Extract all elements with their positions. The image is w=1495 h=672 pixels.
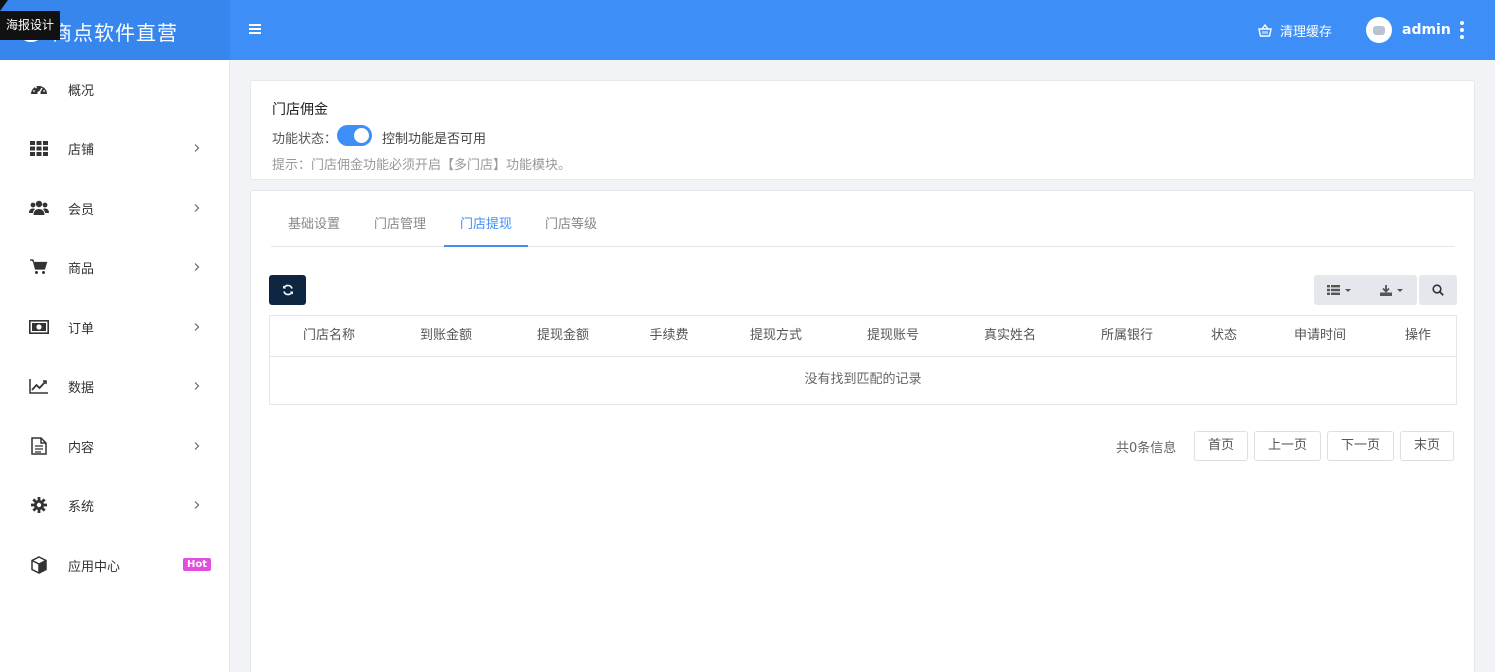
column-header: 状态 [1210, 328, 1238, 343]
column-header: 所属银行 [1100, 328, 1154, 343]
search-icon [1432, 284, 1444, 296]
switch-description: 控制功能是否可用 [382, 132, 487, 147]
brand-name: 商点软件直营 [52, 21, 178, 45]
sidebar-item-store[interactable]: 店铺 [0, 123, 230, 173]
chevron-right-icon [194, 263, 200, 271]
sidebar-item-goods[interactable]: 商品 [0, 242, 230, 292]
refresh-icon [282, 284, 293, 296]
search-button[interactable] [1419, 275, 1457, 305]
sidebar-item-overview[interactable]: 概况 [0, 64, 230, 114]
withdrawal-table: 门店名称 到账金额 提现金额 手续费 提现方式 提现账号 真实姓名 所属银行 状… [269, 315, 1457, 405]
feature-status-switch[interactable] [337, 125, 372, 146]
main-panel: 基础设置 门店管理 门店提现 门店等级 门店名称 到账金额 提现金额 手续费 提… [250, 190, 1475, 672]
tooltip-arrow [0, 0, 8, 11]
export-button[interactable] [1366, 275, 1417, 305]
avatar [1366, 17, 1392, 43]
menu-toggle-icon[interactable] [249, 22, 263, 38]
column-header: 提现账号 [866, 328, 920, 343]
sidebar-item-label: 店铺 [68, 142, 95, 158]
last-page-button[interactable]: 末页 [1400, 431, 1454, 461]
basket-icon [1258, 23, 1272, 37]
table-header: 门店名称 到账金额 提现金额 手续费 提现方式 提现账号 真实姓名 所属银行 状… [270, 316, 1456, 357]
panel-title: 门店佣金 [272, 102, 328, 118]
first-page-button[interactable]: 首页 [1194, 431, 1248, 461]
sidebar-item-label: 应用中心 [68, 559, 121, 575]
caret-down-icon [1397, 288, 1403, 292]
tab-store-withdrawal[interactable]: 门店提现 [444, 207, 528, 247]
grid-icon [29, 138, 49, 158]
chevron-right-icon [194, 442, 200, 450]
sidebar-item-order[interactable]: 订单 [0, 302, 230, 352]
sidebar-item-label: 订单 [68, 321, 95, 337]
column-header: 提现金额 [536, 328, 590, 343]
empty-table-message: 没有找到匹配的记录 [804, 372, 922, 387]
sidebar-item-label: 会员 [68, 202, 95, 218]
sidebar-item-system[interactable]: 系统 [0, 480, 230, 530]
refresh-button[interactable] [269, 275, 306, 305]
column-header: 真实姓名 [983, 328, 1037, 343]
sidebar-item-app-center[interactable]: 应用中心 Hot [0, 540, 230, 590]
sidebar-item-data[interactable]: 数据 [0, 361, 230, 411]
column-header: 操作 [1404, 328, 1432, 343]
dashboard-icon [29, 79, 49, 99]
hot-badge: Hot [183, 558, 212, 571]
users-icon [29, 198, 49, 218]
sidebar-item-label: 商品 [68, 261, 95, 277]
document-icon [29, 436, 49, 456]
chevron-right-icon [194, 144, 200, 152]
list-icon [1327, 285, 1340, 295]
cart-icon [29, 257, 49, 277]
username: admin [1402, 22, 1451, 38]
tooltip: 海报设计 [0, 11, 61, 40]
tab-store-level[interactable]: 门店等级 [528, 207, 614, 247]
sidebar-item-member[interactable]: 会员 [0, 183, 230, 233]
top-bar: 商点软件直营 清理缓存 admin [0, 0, 1495, 60]
sidebar-item-label: 内容 [68, 440, 95, 456]
sidebar-item-label: 数据 [68, 380, 95, 396]
column-header: 手续费 [649, 328, 689, 343]
commission-config-panel: 门店佣金 功能状态： 控制功能是否可用 提示：门店佣金功能必须开启【多门店】功能… [250, 80, 1475, 180]
user-menu[interactable]: admin [1366, 17, 1451, 43]
clear-cache-button[interactable]: 清理缓存 [1258, 20, 1332, 40]
prev-page-button[interactable]: 上一页 [1254, 431, 1321, 461]
sidebar-item-label: 概况 [68, 83, 95, 99]
gear-icon [29, 495, 49, 515]
columns-toggle-button[interactable] [1314, 275, 1364, 305]
next-page-button[interactable]: 下一页 [1327, 431, 1394, 461]
table-tools [1314, 275, 1417, 305]
tip-text: 提示：门店佣金功能必须开启【多门店】功能模块。 [272, 158, 572, 173]
column-header: 申请时间 [1293, 328, 1347, 343]
cube-icon [29, 555, 49, 575]
chevron-right-icon [194, 323, 200, 331]
column-header: 提现方式 [749, 328, 803, 343]
sidebar-item-content[interactable]: 内容 [0, 421, 230, 471]
pagination-info: 共0条信息 [1116, 441, 1177, 456]
column-header: 门店名称 [302, 328, 356, 343]
caret-down-icon [1345, 288, 1351, 292]
more-vertical-icon[interactable] [1459, 21, 1465, 39]
tab-bar: 基础设置 门店管理 门店提现 门店等级 [271, 207, 1455, 247]
column-header: 到账金额 [419, 328, 473, 343]
download-icon [1380, 284, 1392, 296]
sidebar: 概况 店铺 会员 商品 订单 数据 内容 系统 应用中心 Hot [0, 60, 230, 672]
line-chart-icon [29, 376, 49, 396]
chevron-right-icon [194, 382, 200, 390]
status-label: 功能状态： [272, 132, 338, 147]
tab-basic-settings[interactable]: 基础设置 [271, 207, 357, 247]
chevron-right-icon [194, 501, 200, 509]
money-icon [29, 317, 49, 337]
tab-store-management[interactable]: 门店管理 [357, 207, 443, 247]
clear-cache-label: 清理缓存 [1280, 24, 1333, 40]
sidebar-item-label: 系统 [68, 499, 95, 515]
chevron-right-icon [194, 204, 200, 212]
